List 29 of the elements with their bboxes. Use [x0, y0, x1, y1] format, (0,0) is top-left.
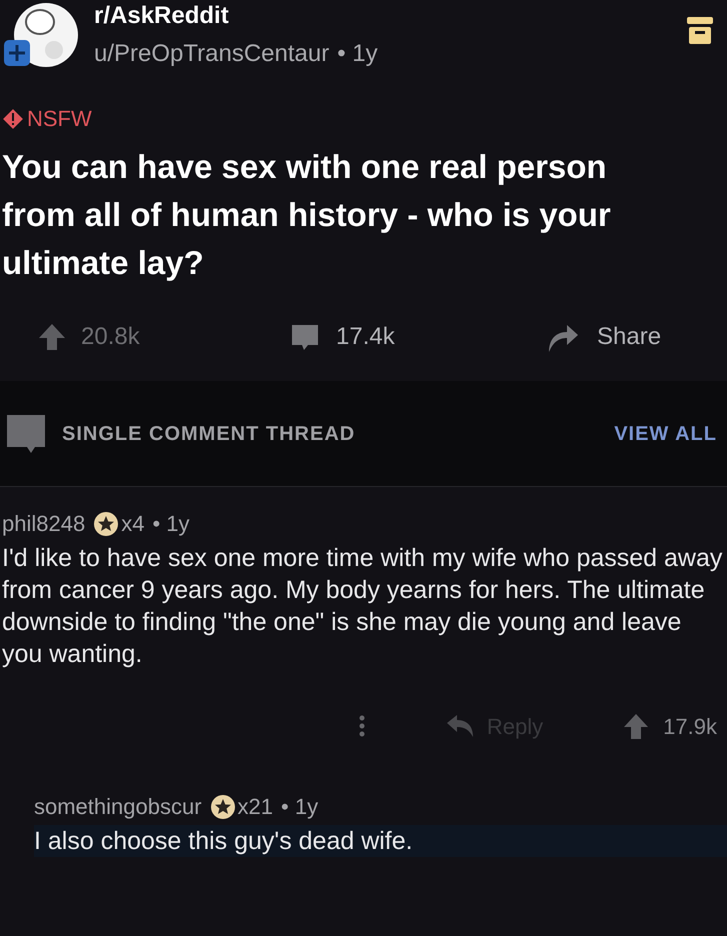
award-count: x21 [238, 793, 274, 821]
post-age: • 1y [337, 39, 378, 69]
thread-label: SINGLE COMMENT THREAD [62, 422, 356, 446]
award-count: x4 [121, 510, 144, 538]
reply-icon [444, 713, 475, 739]
subreddit-avatar-icon [2, 2, 80, 68]
nsfw-label: NSFW [27, 105, 92, 133]
post-title: You can have sex with one real person from all of human history - who is your ultimate lay? [1, 147, 612, 283]
upvote-icon[interactable] [623, 712, 650, 740]
comment-age: • 1y [152, 510, 190, 538]
more-options-icon[interactable] [358, 715, 365, 737]
archive-icon[interactable] [687, 17, 713, 45]
comment-body: I also choose this guy's dead wife. [34, 825, 727, 857]
author-name[interactable]: u/PreOpTransCentaur [94, 36, 330, 72]
upvote-icon[interactable] [37, 322, 67, 352]
comment-icon [5, 412, 47, 454]
comment-score: 17.9k [663, 712, 717, 740]
comment-author[interactable]: phil8248 [2, 507, 86, 540]
comment-body: I'd like to have sex one more time with my wife who passed away from cancer 9 years ago. My body yearns for hers. The ultimate downside to finding "the one" is she may die young and leave you wanting. [2, 543, 724, 670]
award-icon [210, 794, 236, 820]
upvote-count: 20.8k [81, 322, 140, 352]
comment-author[interactable]: somethingobscur [34, 790, 202, 823]
subreddit-name[interactable]: r/AskReddit [94, 2, 378, 30]
comment-icon[interactable] [290, 322, 320, 352]
award-icon [93, 510, 120, 536]
comment-age: • 1y [281, 793, 318, 821]
comment-count: 17.4k [336, 322, 395, 352]
share-button[interactable]: Share [545, 319, 662, 355]
view-all-link[interactable]: VIEW ALL [614, 418, 717, 448]
